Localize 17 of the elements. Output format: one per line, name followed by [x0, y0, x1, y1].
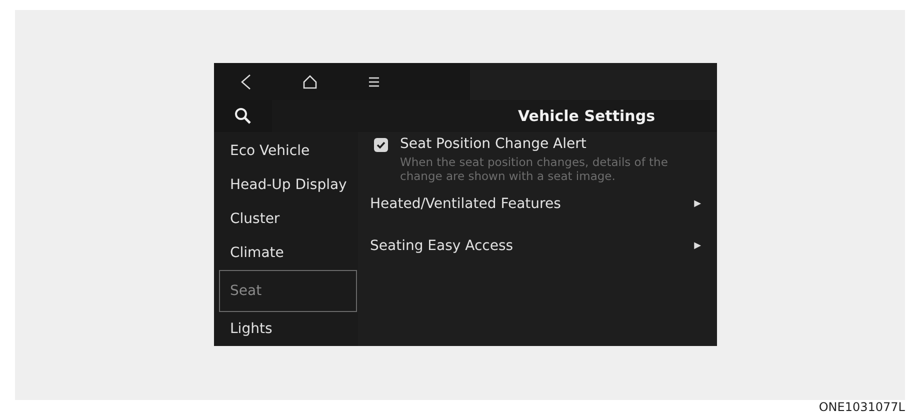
submenu-item[interactable]: Heated/Ventilated Features ▶: [370, 184, 701, 226]
search-icon: [234, 107, 252, 125]
arrow-glyph: ▶: [694, 240, 701, 253]
sidebar-item[interactable]: Climate: [219, 236, 357, 270]
arrow-glyph: ▶: [694, 198, 701, 211]
setting-label: Seat Position Change Alert: [400, 135, 588, 154]
setting-description: When the seat position changes, details of the change are shown with a seat image.: [400, 155, 669, 184]
sidebar-item[interactable]: Eco Vehicle: [219, 134, 357, 168]
screen-title: Vehicle Settings: [516, 106, 656, 127]
sidebar-item[interactable]: Lights: [219, 312, 357, 346]
submenu-item[interactable]: Seating Easy Access ▶: [370, 226, 701, 268]
sidebar-item[interactable]: Seat: [219, 270, 357, 312]
sidebar-item[interactable]: Head-Up Display: [219, 168, 357, 202]
sidebar-item[interactable]: Cluster: [219, 202, 357, 236]
home-icon: [302, 74, 318, 90]
checkbox[interactable]: [374, 138, 388, 152]
figure-code: ONE1031077L: [818, 399, 905, 416]
